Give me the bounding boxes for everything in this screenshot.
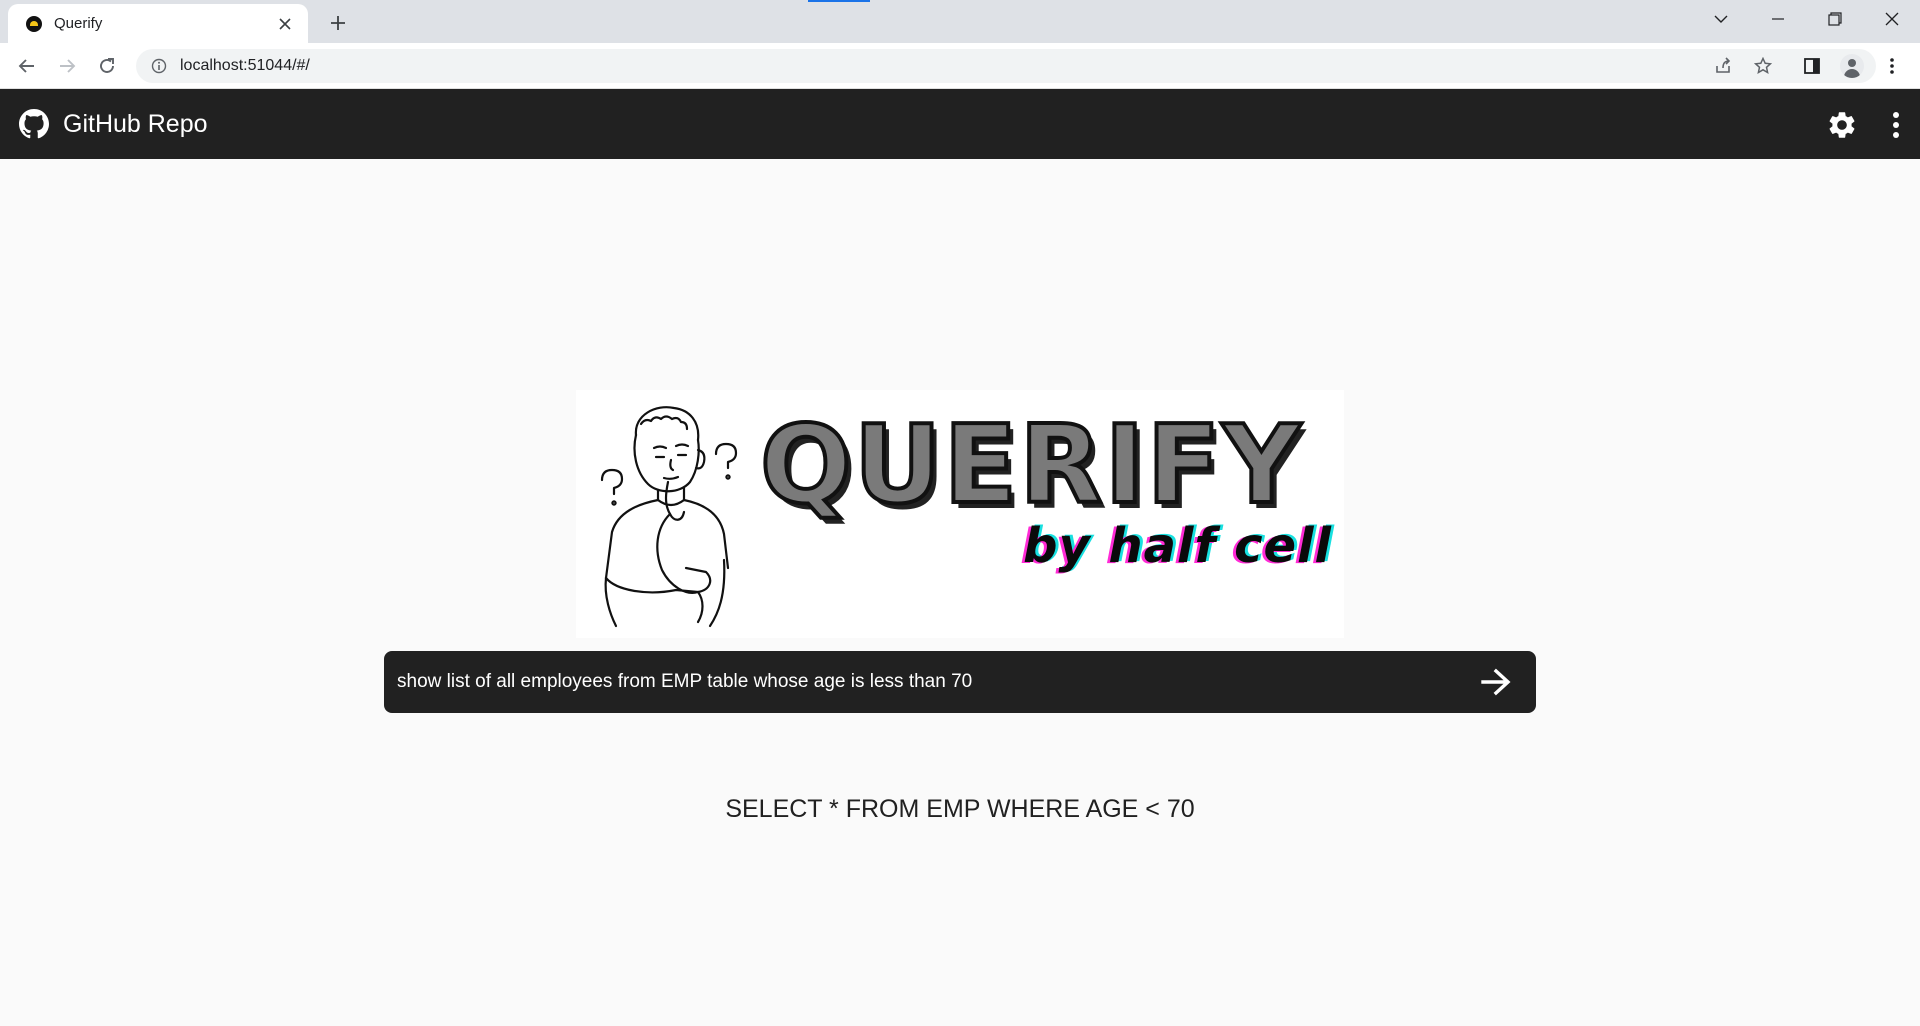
app-bar: GitHub Repo	[0, 89, 1920, 159]
new-tab-button[interactable]	[324, 9, 352, 37]
reload-icon[interactable]	[91, 50, 123, 82]
github-repo-link[interactable]: GitHub Repo	[19, 109, 208, 139]
thinking-person-illustration	[600, 406, 738, 628]
query-input[interactable]	[384, 651, 1466, 713]
browser-tab[interactable]: Querify	[8, 4, 308, 43]
tab-search-icon[interactable]	[1692, 0, 1749, 38]
minimize-icon[interactable]	[1749, 0, 1806, 38]
query-bar	[384, 651, 1536, 713]
querify-logo: QUERIFY by half cell	[576, 390, 1344, 638]
browser-menu-icon[interactable]	[1876, 50, 1908, 82]
github-repo-label: GitHub Repo	[63, 109, 208, 138]
generated-sql-output: SELECT * FROM EMP WHERE AGE < 70	[725, 795, 1195, 823]
more-vert-icon[interactable]	[1886, 109, 1906, 141]
site-info-icon[interactable]	[150, 57, 168, 75]
favicon-icon	[26, 15, 42, 32]
window-controls	[1692, 0, 1920, 38]
browser-tab-strip: Querify	[0, 0, 1920, 43]
logo-subtitle: by half cell	[1023, 518, 1332, 574]
address-bar[interactable]: localhost:51044/#/	[136, 49, 1876, 83]
side-panel-icon[interactable]	[1796, 50, 1828, 82]
url-text: localhost:51044/#/	[180, 57, 310, 74]
gear-icon[interactable]	[1826, 109, 1858, 141]
forward-icon[interactable]	[51, 50, 83, 82]
tab-title: Querify	[54, 15, 103, 32]
avatar	[1840, 54, 1864, 78]
profile-avatar[interactable]	[1836, 50, 1868, 82]
share-icon[interactable]	[1707, 50, 1739, 82]
back-icon[interactable]	[11, 50, 43, 82]
browser-toolbar: localhost:51044/#/	[0, 43, 1920, 89]
logo-title: QUERIFY	[758, 403, 1303, 528]
main-content: QUERIFY by half cell SELECT * FROM EMP W…	[0, 159, 1920, 1026]
close-window-icon[interactable]	[1863, 0, 1920, 38]
restore-icon[interactable]	[1806, 0, 1863, 38]
github-icon	[19, 109, 49, 139]
tab-loading-indicator	[808, 0, 870, 2]
tab-close-icon[interactable]	[274, 13, 296, 35]
arrow-right-icon[interactable]	[1466, 651, 1526, 713]
bookmark-star-icon[interactable]	[1747, 50, 1779, 82]
